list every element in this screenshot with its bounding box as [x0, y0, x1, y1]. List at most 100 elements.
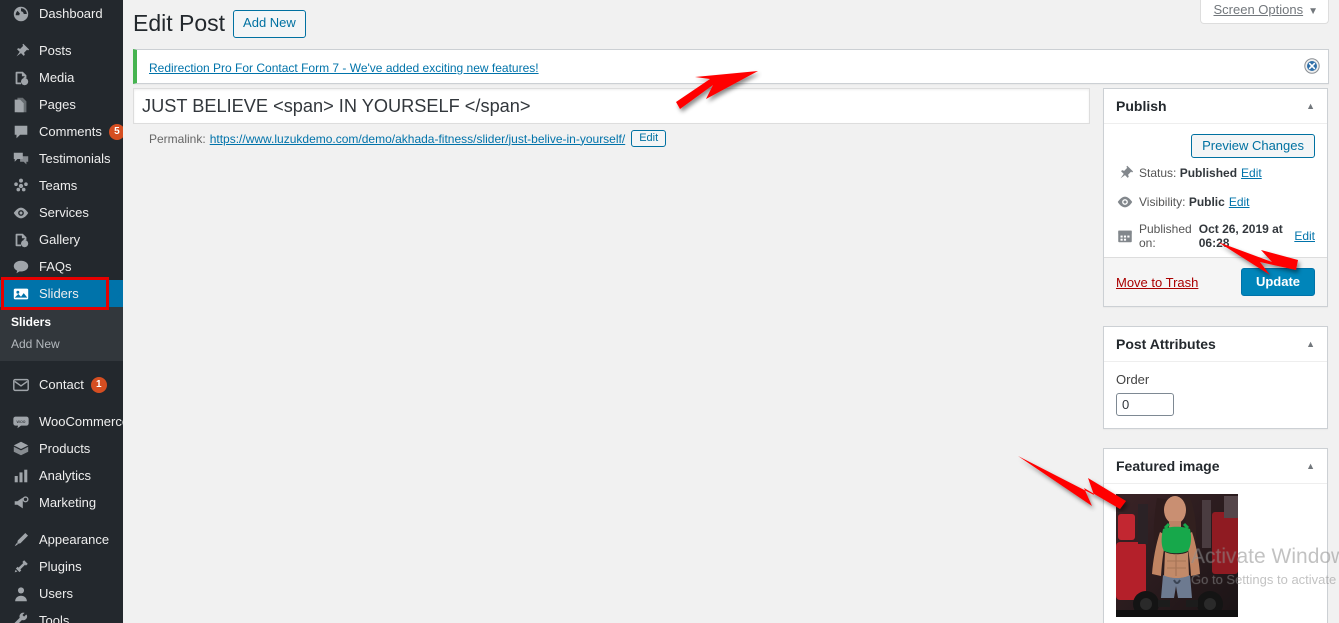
sidebar-item-services[interactable]: Services	[0, 199, 123, 226]
analytics-icon	[14, 469, 28, 482]
gallery-icon	[11, 230, 31, 250]
move-to-trash-link[interactable]: Move to Trash	[1116, 275, 1198, 290]
mail-icon	[13, 378, 29, 391]
current-menu-pointer-icon	[110, 283, 121, 304]
permalink-link[interactable]: https://www.luzukdemo.com/demo/akhada-fi…	[210, 132, 626, 146]
products-icon	[13, 441, 29, 455]
update-button[interactable]: Update	[1240, 268, 1315, 296]
menu-separator	[0, 516, 123, 526]
appearance-icon	[14, 532, 29, 546]
plugins-icon	[11, 557, 31, 577]
chevron-up-icon[interactable]: ▲	[1306, 101, 1315, 111]
sidebar-item-posts[interactable]: Posts	[0, 37, 123, 64]
edit-permalink-button[interactable]: Edit	[631, 130, 667, 147]
sidebar-item-analytics[interactable]: Analytics	[0, 462, 123, 489]
order-input[interactable]	[1116, 393, 1174, 416]
sidebar-item-woocommerce[interactable]: woo WooCommerce	[0, 408, 123, 435]
sidebar-item-tools[interactable]: Tools	[0, 607, 123, 623]
sliders-submenu: Sliders Add New	[0, 307, 123, 361]
sidebar-item-dashboard[interactable]: Dashboard	[0, 0, 123, 27]
notice-link[interactable]: Redirection Pro For Contact Form 7 - We'…	[149, 61, 539, 75]
products-icon	[11, 439, 31, 459]
pin-icon	[1120, 165, 1134, 179]
admin-notice: Redirection Pro For Contact Form 7 - We'…	[133, 48, 1329, 84]
woocommerce-icon: woo	[13, 416, 29, 428]
publish-box-header[interactable]: Publish ▲	[1104, 89, 1327, 124]
menu-item-label: FAQs	[39, 259, 72, 274]
post-attributes-header[interactable]: Post Attributes ▲	[1104, 327, 1327, 362]
sidebar-postboxes: Publish ▲ Preview Changes Status: Publis…	[1103, 88, 1328, 623]
sidebar-item-faqs[interactable]: FAQs	[0, 253, 123, 280]
chevron-up-icon[interactable]: ▲	[1306, 339, 1315, 349]
mail-icon	[11, 375, 31, 395]
main-content: Screen Options ▼ Edit Post Add New Redire…	[123, 0, 1339, 623]
tools-icon	[11, 611, 31, 623]
menu-item-label: Pages	[39, 97, 76, 112]
sidebar-item-appearance[interactable]: Appearance	[0, 526, 123, 553]
sidebar-item-plugins[interactable]: Plugins	[0, 553, 123, 580]
add-new-button[interactable]: Add New	[233, 10, 306, 38]
screen-options-button[interactable]: Screen Options ▼	[1200, 0, 1329, 24]
publish-row-edit-link[interactable]: Edit	[1229, 195, 1250, 209]
publish-row-edit-link[interactable]: Edit	[1241, 166, 1262, 180]
calendar-icon	[1118, 230, 1132, 243]
sidebar-item-teams[interactable]: Teams	[0, 172, 123, 199]
analytics-icon	[11, 466, 31, 486]
admin-sidebar: Dashboard Posts Media Pages Comments 5 Testimo…	[0, 0, 123, 623]
sidebar-item-pages[interactable]: Pages	[0, 91, 123, 118]
featured-image-title: Featured image	[1116, 458, 1220, 474]
svg-text:woo: woo	[17, 419, 26, 424]
featured-image-header[interactable]: Featured image ▲	[1104, 449, 1327, 484]
featured-image-thumbnail[interactable]	[1116, 494, 1238, 617]
menu-item-label: WooCommerce	[39, 414, 123, 429]
services-icon	[11, 203, 31, 223]
menu-separator	[0, 27, 123, 37]
publish-misc-row: Status: Published Edit	[1116, 158, 1315, 187]
sidebar-item-contact[interactable]: Contact 1	[0, 371, 123, 398]
dashboard-icon	[11, 4, 31, 24]
marketing-icon	[14, 495, 29, 508]
menu-item-label: Products	[39, 441, 91, 456]
notice-dismiss-button[interactable]	[1304, 58, 1320, 75]
tools-icon	[14, 612, 28, 623]
menu-item-label: Tools	[39, 613, 70, 623]
sidebar-item-media[interactable]: Media	[0, 64, 123, 91]
menu-item-label: Posts	[39, 43, 72, 58]
testimonials-icon	[11, 149, 31, 169]
comment-icon	[14, 125, 28, 138]
menu-item-label: Marketing	[39, 495, 97, 510]
eye-icon	[1116, 193, 1134, 211]
publish-misc-row: Published on: Oct 26, 2019 at 06:28 Edit	[1116, 216, 1315, 255]
pages-icon	[11, 95, 31, 115]
teams-icon	[11, 176, 31, 196]
sidebar-item-testimonials[interactable]: Testimonials	[0, 145, 123, 172]
menu-item-label: Testimonials	[39, 151, 111, 166]
plugins-icon	[14, 559, 28, 572]
menu-item-label: Users	[39, 586, 73, 601]
post-title-input[interactable]	[133, 88, 1090, 124]
publish-row-label: Status:	[1139, 166, 1177, 180]
menu-separator	[0, 361, 123, 371]
publish-row-value: Public	[1188, 195, 1225, 209]
sidebar-item-gallery[interactable]: Gallery	[0, 226, 123, 253]
menu-separator	[0, 398, 123, 408]
menu-badge: 5	[108, 123, 123, 140]
sidebar-item-comments[interactable]: Comments 5	[0, 118, 123, 145]
preview-changes-button[interactable]: Preview Changes	[1191, 134, 1315, 158]
menu-item-label: Media	[39, 70, 75, 85]
submenu-item-add-new[interactable]: Add New	[0, 333, 123, 355]
sidebar-item-users[interactable]: Users	[0, 580, 123, 607]
menu-item-label: Services	[39, 205, 89, 220]
sidebar-item-sliders[interactable]: Sliders	[0, 280, 123, 307]
media-icon	[15, 71, 29, 85]
chevron-up-icon[interactable]: ▲	[1306, 461, 1315, 471]
sidebar-item-marketing[interactable]: Marketing	[0, 489, 123, 516]
publish-row-edit-link[interactable]: Edit	[1294, 229, 1315, 243]
order-label: Order	[1116, 372, 1150, 387]
permalink-label: Permalink:	[149, 131, 206, 146]
submenu-item-sliders[interactable]: Sliders	[0, 311, 123, 333]
faqs-icon	[11, 257, 31, 277]
sidebar-item-products[interactable]: Products	[0, 435, 123, 462]
calendar-icon	[1116, 227, 1134, 245]
dashboard-icon	[13, 6, 29, 21]
